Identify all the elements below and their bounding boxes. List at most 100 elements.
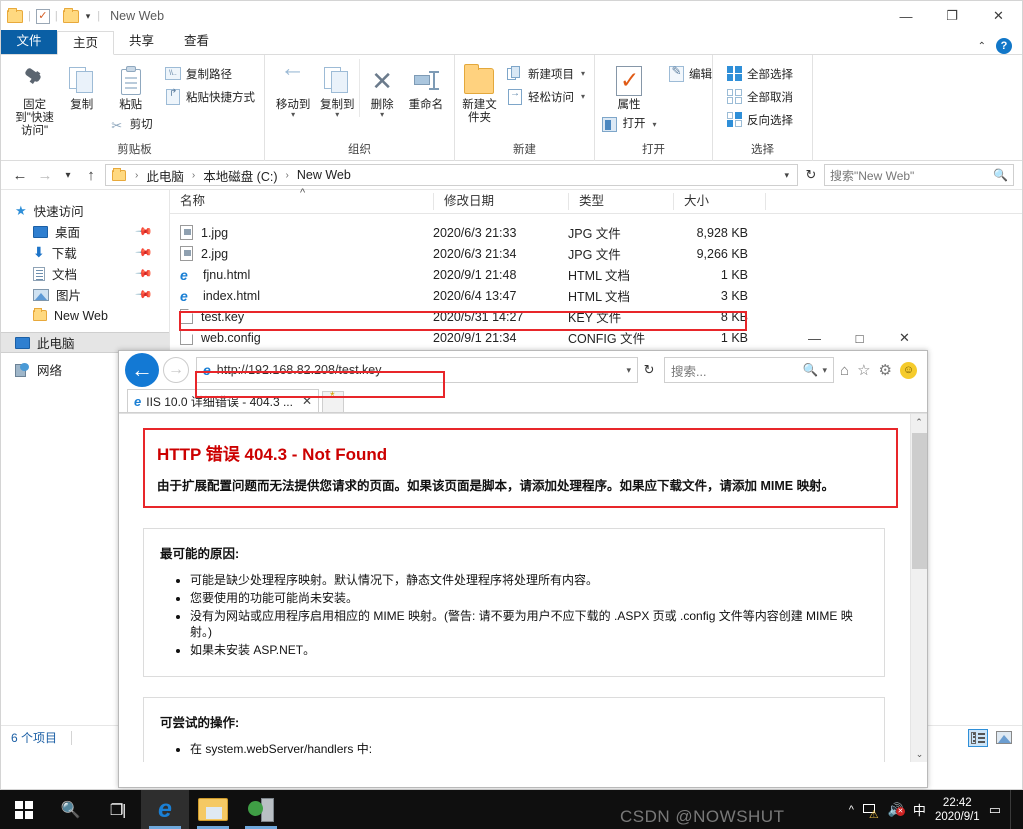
- column-header-type[interactable]: 类型: [568, 193, 673, 210]
- breadcrumb-item-this-pc[interactable]: 此电脑: [143, 165, 187, 186]
- column-header-size[interactable]: 大小: [673, 193, 765, 210]
- quick-access-toolbar[interactable]: | ✓ | ▾ |: [7, 7, 100, 24]
- select-all-button[interactable]: 全部选择: [723, 63, 796, 84]
- column-header-date[interactable]: 修改日期: [433, 193, 568, 210]
- maximize-button[interactable]: ❐: [929, 1, 975, 31]
- smiley-feedback-icon[interactable]: ☺: [900, 361, 917, 379]
- scroll-up-arrow-icon[interactable]: ⌃: [911, 414, 927, 431]
- open-button[interactable]: 打开 ▾: [599, 114, 660, 135]
- home-icon[interactable]: ⌂: [840, 362, 849, 379]
- refresh-icon[interactable]: ↻: [638, 362, 660, 378]
- ime-chinese-icon[interactable]: 中: [913, 800, 926, 819]
- show-hidden-icons-chevron[interactable]: ^: [849, 804, 854, 816]
- page-scrollbar[interactable]: ⌃ ⌄: [910, 414, 927, 762]
- taskbar-search-button[interactable]: 🔍: [47, 790, 94, 829]
- new-folder-button[interactable]: 新建文件夹: [461, 59, 498, 125]
- pin-icon[interactable]: 📌: [135, 285, 154, 304]
- collapse-ribbon-icon[interactable]: ⌃: [978, 41, 986, 52]
- paste-shortcut-button[interactable]: 粘贴快捷方式: [162, 86, 258, 107]
- tab-share[interactable]: 共享: [114, 30, 169, 54]
- back-arrow-icon[interactable]: ←: [9, 164, 31, 186]
- ie-maximize-button[interactable]: □: [837, 325, 882, 351]
- breadcrumb-item-new-web[interactable]: New Web: [294, 167, 354, 183]
- tab-view[interactable]: 查看: [169, 30, 224, 54]
- browser-tab[interactable]: e IIS 10.0 详细错误 - 404.3 ... ✕: [127, 389, 320, 412]
- ie-search-input[interactable]: 搜索... 🔍 ▾: [664, 357, 835, 383]
- table-row[interactable]: e fjnu.html 2020/9/1 21:48 HTML 文档 1 KB: [170, 264, 1022, 285]
- start-button[interactable]: [0, 790, 47, 829]
- network-warning-icon[interactable]: ⚠: [862, 802, 879, 821]
- select-none-button[interactable]: 全部取消: [723, 86, 796, 107]
- copy-to-button[interactable]: 复制到 ▾: [315, 59, 359, 119]
- chevron-down-icon[interactable]: ▾: [581, 69, 585, 78]
- move-to-button[interactable]: 移动到 ▾: [271, 59, 315, 119]
- ie-close-button[interactable]: ✕: [882, 325, 927, 351]
- rename-button[interactable]: 重命名: [404, 59, 448, 112]
- pin-to-quick-access-button[interactable]: 固定到"快速访问": [11, 59, 58, 138]
- favorites-star-icon[interactable]: ☆: [857, 361, 870, 379]
- back-arrow-icon[interactable]: ←: [125, 353, 159, 387]
- table-row[interactable]: 2.jpg 2020/6/3 21:34 JPG 文件 9,266 KB: [170, 243, 1022, 264]
- breadcrumb-item-c-drive[interactable]: 本地磁盘 (C:): [200, 165, 280, 186]
- ie-minimize-button[interactable]: —: [792, 325, 837, 351]
- chevron-down-icon[interactable]: ▾: [380, 111, 384, 119]
- invert-selection-button[interactable]: 反向选择: [723, 109, 796, 130]
- close-icon[interactable]: ✕: [302, 394, 312, 408]
- recent-locations-icon[interactable]: ▾: [59, 164, 77, 186]
- pin-icon[interactable]: 📌: [135, 243, 154, 262]
- large-icons-view-icon[interactable]: [994, 729, 1014, 747]
- table-row[interactable]: test.key 2020/5/31 14:27 KEY 文件 8 KB: [170, 306, 1022, 327]
- chevron-down-icon[interactable]: ▾: [823, 365, 828, 376]
- clock[interactable]: 22:42 2020/9/1: [935, 796, 980, 824]
- nav-item-new-web[interactable]: New Web: [1, 305, 169, 326]
- action-center-icon[interactable]: ▭: [989, 802, 1001, 818]
- taskbar-app-iis-manager[interactable]: [237, 790, 285, 829]
- paste-button[interactable]: 粘贴 ✂ 剪切: [105, 59, 156, 136]
- edit-button[interactable]: 编辑: [665, 63, 715, 84]
- nav-item-documents[interactable]: 文档 📌: [1, 263, 169, 284]
- properties-icon[interactable]: ✓: [35, 8, 50, 24]
- new-tab-button[interactable]: [322, 389, 345, 412]
- easy-access-button[interactable]: 轻松访问 ▾: [504, 86, 588, 107]
- delete-button[interactable]: ✕ 删除 ▾: [359, 59, 403, 119]
- nav-item-desktop[interactable]: 桌面 📌: [1, 221, 169, 242]
- refresh-icon[interactable]: ↻: [801, 167, 821, 183]
- show-desktop-button[interactable]: [1010, 790, 1019, 829]
- chevron-down-icon[interactable]: ▾: [784, 170, 793, 181]
- pin-icon[interactable]: 📌: [135, 264, 154, 283]
- chevron-down-icon[interactable]: ▾: [653, 118, 657, 131]
- pin-icon[interactable]: 📌: [135, 222, 154, 241]
- new-folder-icon[interactable]: [62, 7, 79, 23]
- tab-file[interactable]: 文件: [1, 30, 57, 54]
- properties-button[interactable]: 属性 打开 ▾: [601, 59, 657, 135]
- forward-arrow-icon[interactable]: →: [163, 357, 189, 383]
- scrollbar-thumb[interactable]: [912, 433, 927, 569]
- tab-home[interactable]: 主页: [57, 31, 115, 55]
- search-input[interactable]: 搜索"New Web" 🔍: [824, 164, 1014, 186]
- forward-arrow-icon[interactable]: →: [34, 164, 56, 186]
- scroll-down-arrow-icon[interactable]: ⌄: [911, 746, 927, 762]
- folder-icon[interactable]: [7, 7, 23, 23]
- copy-path-button[interactable]: \\.. 复制路径: [162, 63, 258, 84]
- table-row[interactable]: e index.html 2020/6/4 13:47 HTML 文档 3 KB: [170, 285, 1022, 306]
- taskbar-app-file-explorer[interactable]: [189, 790, 237, 829]
- nav-item-downloads[interactable]: ⬇ 下载 📌: [1, 242, 169, 263]
- help-icon[interactable]: ?: [996, 38, 1012, 54]
- breadcrumb[interactable]: › 此电脑 › 本地磁盘 (C:) › New Web ▾: [105, 164, 798, 186]
- chevron-down-icon[interactable]: ▾: [627, 365, 632, 376]
- volume-muted-icon[interactable]: 🔊 ✕: [888, 802, 905, 818]
- task-view-button[interactable]: ❐|: [94, 790, 141, 829]
- nav-item-quick-access[interactable]: ★ 快速访问: [1, 200, 169, 221]
- up-arrow-icon[interactable]: ↑: [80, 164, 102, 186]
- close-button[interactable]: ✕: [975, 1, 1022, 31]
- table-row[interactable]: 1.jpg 2020/6/3 21:33 JPG 文件 8,928 KB: [170, 222, 1022, 243]
- taskbar-app-internet-explorer[interactable]: e: [141, 790, 189, 829]
- chevron-down-icon[interactable]: ▾: [335, 111, 339, 119]
- chevron-down-icon[interactable]: ▾: [291, 111, 295, 119]
- details-view-icon[interactable]: [968, 728, 988, 747]
- new-item-button[interactable]: 新建项目 ▾: [504, 63, 588, 84]
- address-input[interactable]: e http://192.168.82.208/test.key ▾: [196, 357, 639, 383]
- nav-item-pictures[interactable]: 图片 📌: [1, 284, 169, 305]
- copy-button[interactable]: 复制: [58, 59, 105, 112]
- cut-button[interactable]: ✂ 剪切: [106, 115, 156, 136]
